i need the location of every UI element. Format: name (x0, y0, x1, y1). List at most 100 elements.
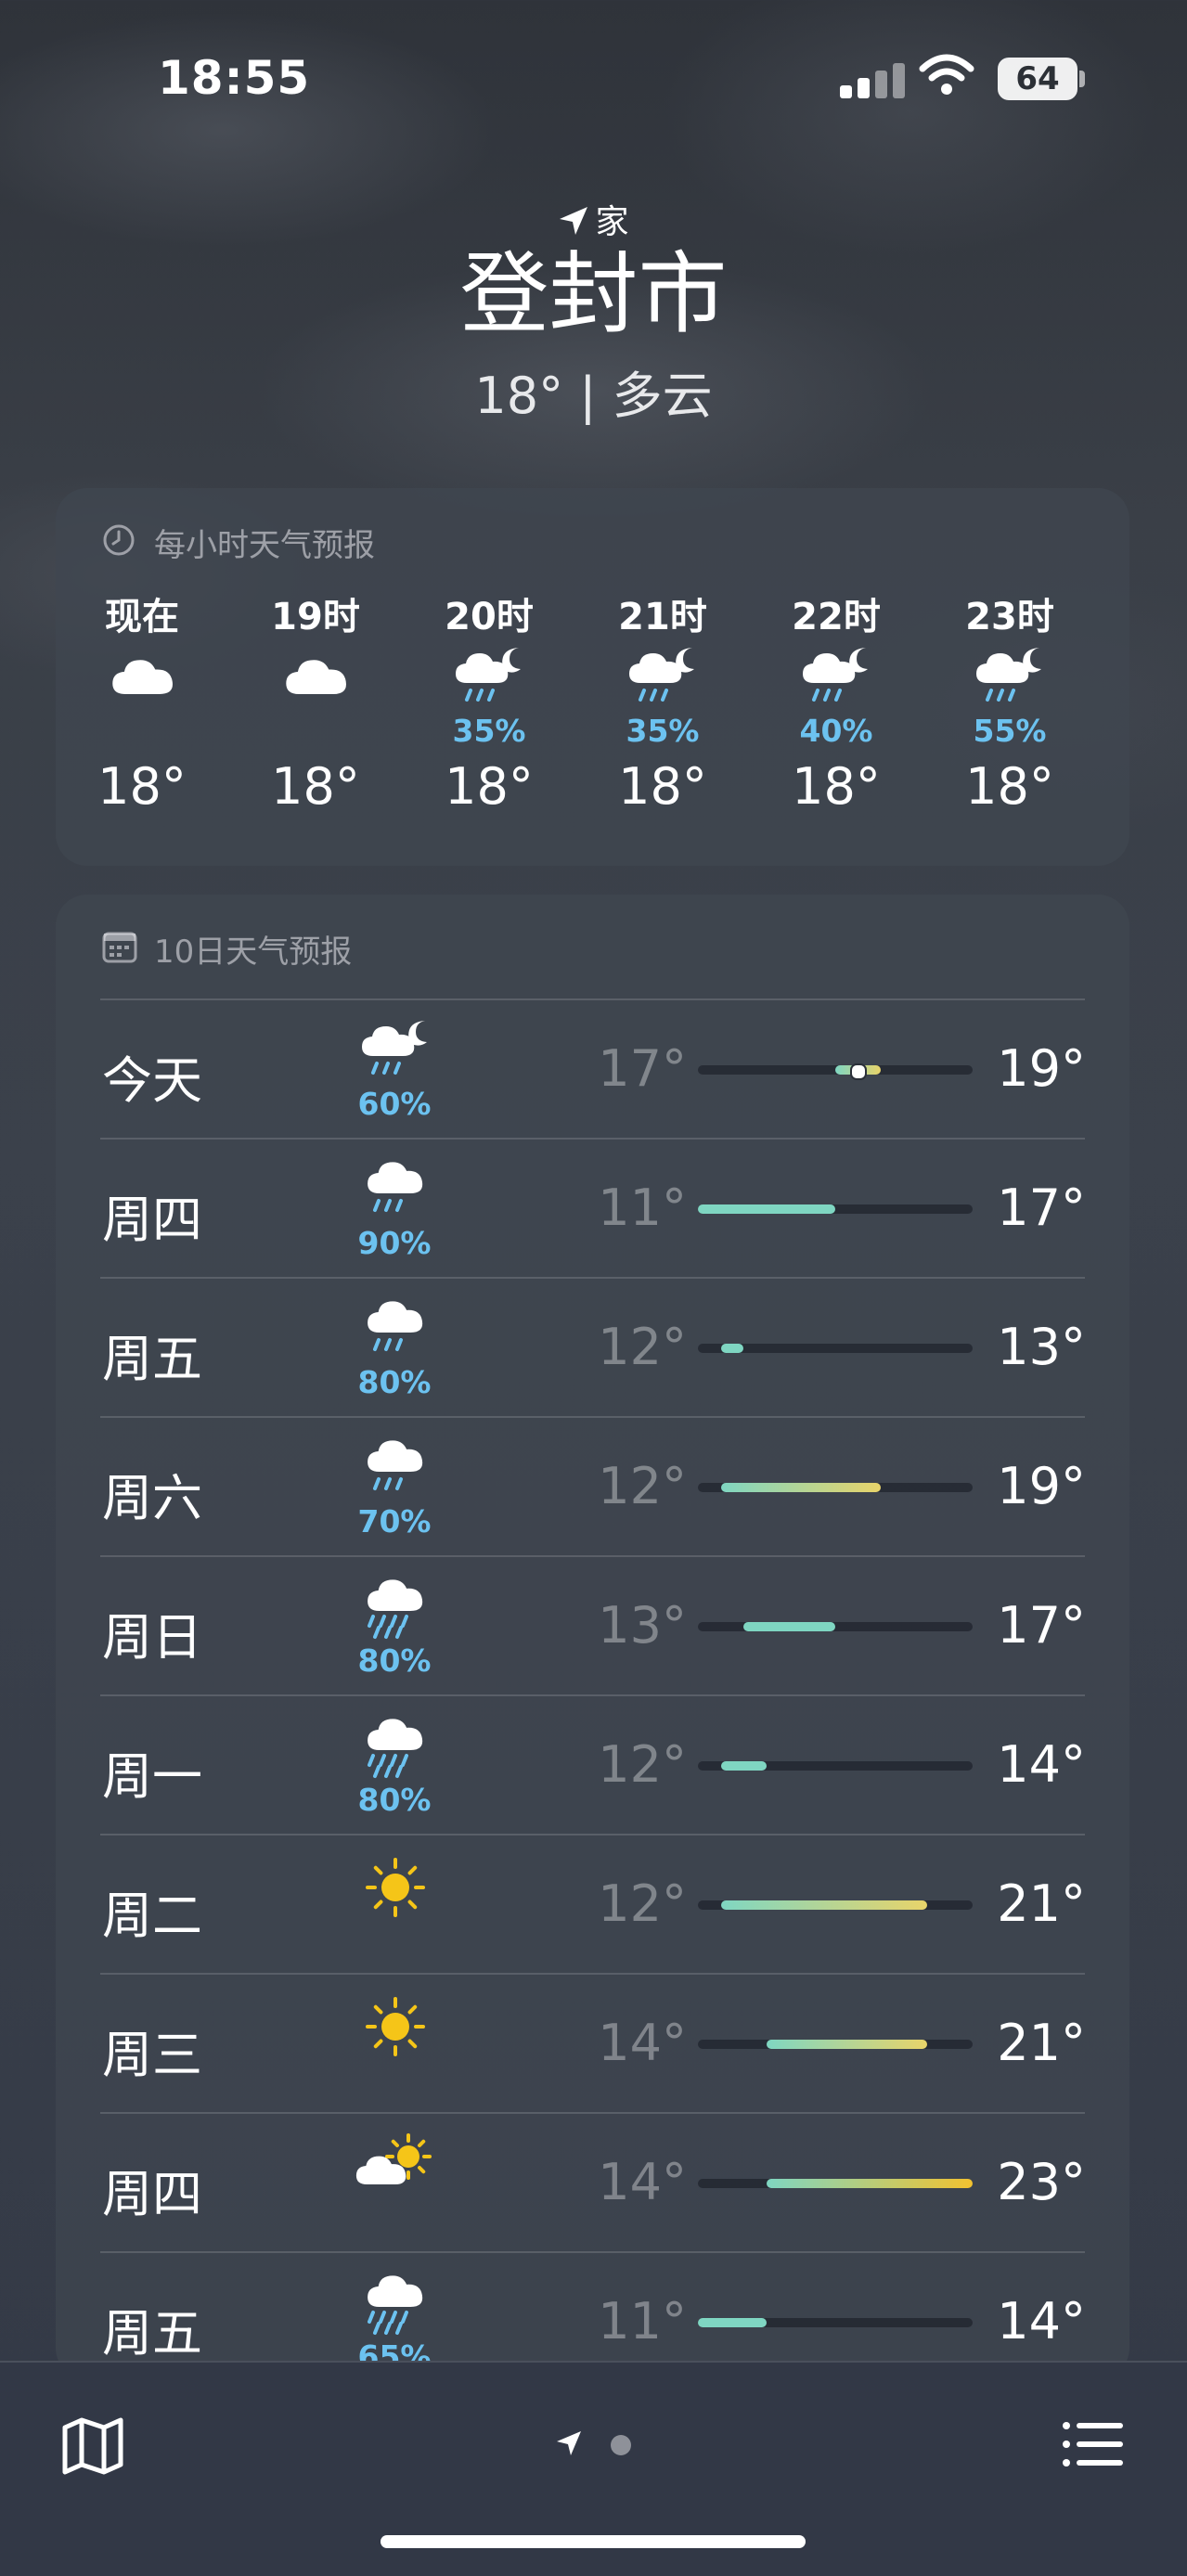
hour-precip: 55% (973, 713, 1047, 749)
hour-label: 21时 (618, 596, 707, 638)
high-temp: 13° (997, 1318, 1086, 1376)
temp-range-track (698, 1344, 973, 1353)
location-arrow-icon (560, 207, 588, 235)
temp-range-track (698, 2040, 973, 2049)
row-divider (100, 1138, 1085, 1140)
city-name: 登封市 (459, 242, 728, 346)
day-precip: 80% (357, 1364, 432, 1400)
current-conditions: 18° | 多云 (474, 367, 713, 425)
hour-temp: 18° (97, 757, 187, 816)
sun-icon (351, 1850, 440, 1925)
day-label: 周四 (102, 1191, 202, 1249)
hourly-title: 每小时天气预报 (154, 527, 375, 564)
daily-forecast-panel[interactable]: 10日天气预报 今天 60% 17° 19° 周四 90% 11° 17° 周五 80% 12° 13… (56, 895, 1129, 2379)
hour-label: 19时 (271, 596, 360, 638)
row-divider (100, 998, 1085, 1000)
hour-label: 现在 (105, 596, 179, 638)
day-label: 周三 (102, 2026, 202, 2084)
low-temp: 14° (598, 2153, 687, 2211)
high-temp: 17° (997, 1179, 1086, 1237)
low-temp: 17° (598, 1039, 687, 1098)
heavy-rain-icon (351, 1572, 440, 1646)
hour-temp: 18° (445, 757, 534, 816)
temp-range-track (698, 1483, 973, 1492)
row-divider (100, 1277, 1085, 1279)
low-temp: 14° (598, 2014, 687, 2072)
temp-range-bar (698, 2318, 767, 2327)
daily-row[interactable]: 今天 60% 17° 19° (56, 998, 1129, 1138)
temp-range-track (698, 1622, 973, 1631)
high-temp: 19° (997, 1039, 1086, 1098)
night-rain-icon (616, 642, 709, 716)
day-label: 周一 (102, 1747, 202, 1806)
temp-range-track (698, 2318, 973, 2327)
day-precip: 90% (357, 1225, 432, 1261)
map-icon[interactable] (61, 2416, 124, 2476)
row-divider (100, 1973, 1085, 1975)
calendar-icon (102, 932, 137, 963)
temp-range-track (698, 2179, 973, 2188)
hourly-forecast-panel[interactable]: 每小时天气预报 现在 18° 19时 18° 20时 35% 18° 21时 35% 18° 22时… (56, 488, 1129, 866)
low-temp: 12° (598, 1874, 687, 1933)
location-name: 家 (595, 203, 629, 241)
hour-temp: 18° (618, 757, 707, 816)
low-temp: 11° (598, 1179, 687, 1237)
cellular-signal-icon (840, 61, 905, 98)
rain-icon (351, 1433, 440, 1507)
list-icon[interactable] (1062, 2418, 1125, 2470)
hour-temp: 18° (271, 757, 360, 816)
temp-range-bar (720, 1344, 744, 1353)
hour-temp: 18° (965, 757, 1054, 816)
high-temp: 14° (997, 1735, 1086, 1794)
daily-row[interactable]: 周五 80% 12° 13° (56, 1277, 1129, 1416)
high-temp: 17° (997, 1596, 1086, 1655)
daily-row[interactable]: 周日 80% 13° 17° (56, 1555, 1129, 1694)
daily-row[interactable]: 周六 70% 12° 19° (56, 1416, 1129, 1555)
status-time: 18:55 (158, 51, 311, 105)
current-location-page-icon[interactable] (555, 2429, 583, 2457)
day-label: 周六 (102, 1469, 202, 1527)
temp-range-bar (698, 1204, 835, 1214)
high-temp: 19° (997, 1457, 1086, 1515)
page-dot[interactable] (611, 2435, 631, 2455)
day-label: 周五 (102, 2304, 202, 2363)
day-precip: 80% (357, 1642, 432, 1679)
daily-row[interactable]: 周一 80% 12° 14° (56, 1694, 1129, 1834)
current-temp-dot (849, 1063, 867, 1080)
temp-range-bar (743, 1622, 835, 1631)
night-rain-icon (443, 642, 535, 716)
temp-range-bar (767, 2179, 973, 2188)
cloud-icon (96, 642, 188, 716)
daily-row[interactable]: 周五 65% 11° 14° (56, 2251, 1129, 2372)
high-temp: 23° (997, 2153, 1086, 2211)
low-temp: 12° (598, 1735, 687, 1794)
row-divider (100, 1834, 1085, 1835)
hour-precip: 35% (452, 713, 526, 749)
heavy-rain-icon (351, 1711, 440, 1785)
high-temp: 14° (997, 2292, 1086, 2351)
daily-row[interactable]: 周三 14° 21° (56, 1973, 1129, 2112)
partly-sunny-icon (351, 2129, 440, 2203)
row-divider (100, 2251, 1085, 2253)
high-temp: 21° (997, 2014, 1086, 2072)
temp-range-track (698, 1900, 973, 1910)
cloud-icon (269, 642, 362, 716)
heavy-rain-icon (351, 2268, 440, 2342)
hour-label: 20时 (445, 596, 534, 638)
day-label: 周四 (102, 2165, 202, 2223)
day-precip: 80% (357, 1782, 432, 1818)
temp-range-track (698, 1204, 973, 1214)
night-rain-icon (790, 642, 883, 716)
battery-cap (1079, 71, 1085, 87)
row-divider (100, 2112, 1085, 2114)
day-label: 今天 (102, 1051, 202, 1110)
low-temp: 13° (598, 1596, 687, 1655)
low-temp: 12° (598, 1457, 687, 1515)
daily-row[interactable]: 周四 90% 11° 17° (56, 1138, 1129, 1277)
day-label: 周二 (102, 1887, 202, 1945)
daily-row[interactable]: 周二 12° 21° (56, 1834, 1129, 1973)
daily-row[interactable]: 周四 14° 23° (56, 2112, 1129, 2251)
hour-temp: 18° (792, 757, 881, 816)
temp-range-bar (720, 1483, 882, 1492)
rain-icon (351, 1154, 440, 1229)
